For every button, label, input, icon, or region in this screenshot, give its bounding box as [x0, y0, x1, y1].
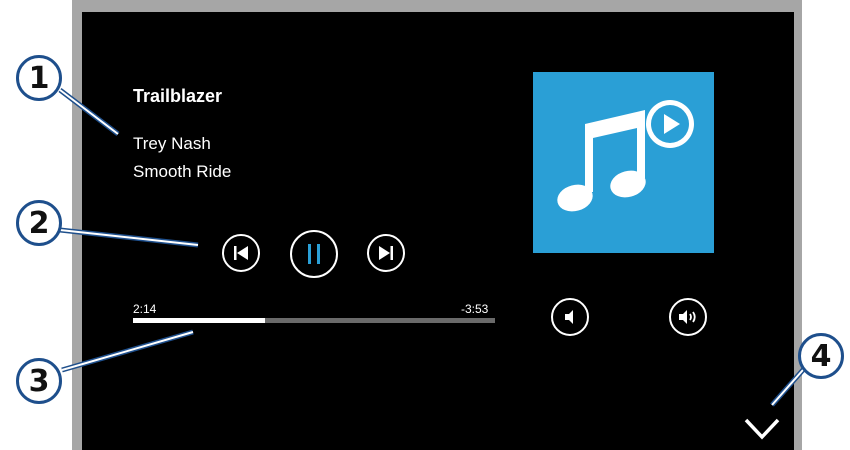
- callout-3: 3: [16, 358, 62, 404]
- callout-leader-lines: [58, 88, 812, 407]
- callout-2: 2: [16, 200, 62, 246]
- callout-4: 4: [798, 333, 844, 379]
- callout-1: 1: [16, 55, 62, 101]
